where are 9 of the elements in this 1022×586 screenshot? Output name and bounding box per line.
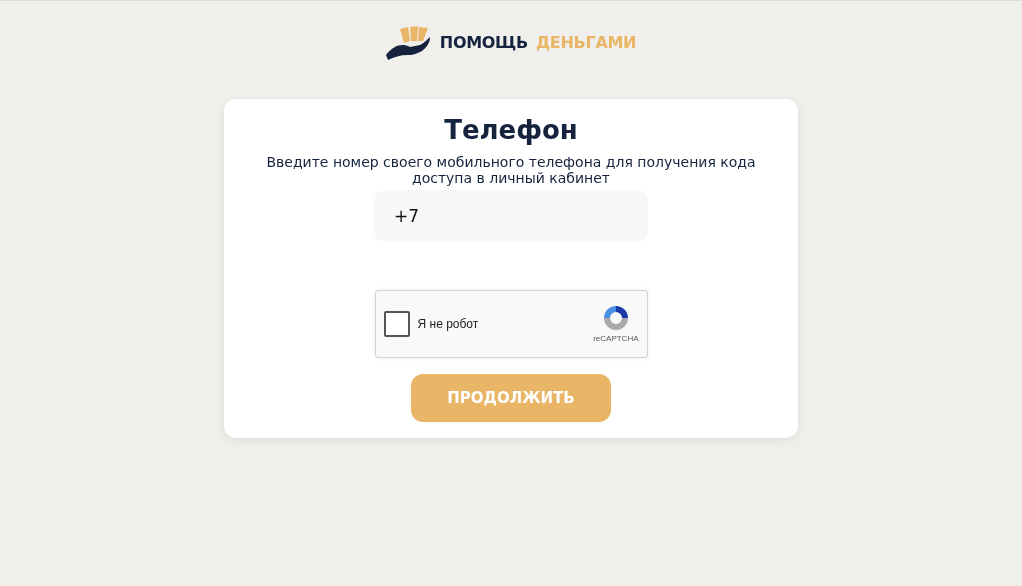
phone-field[interactable]: +7 [374, 190, 648, 243]
form-title: Телефон [444, 115, 578, 147]
form-description: Введите номер своего мобильного телефона для получения кода доступа в личный кабинет [265, 154, 757, 187]
captcha-brand: reCAPTCHA [593, 333, 639, 346]
logo-text: ПОМОЩЬ [439, 32, 528, 54]
logo-icon [385, 25, 432, 61]
captcha-checkbox[interactable] [383, 311, 410, 338]
logo-text: ДЕНЬГАМИ [535, 32, 637, 54]
captcha-label: Я не робот [417, 316, 479, 334]
